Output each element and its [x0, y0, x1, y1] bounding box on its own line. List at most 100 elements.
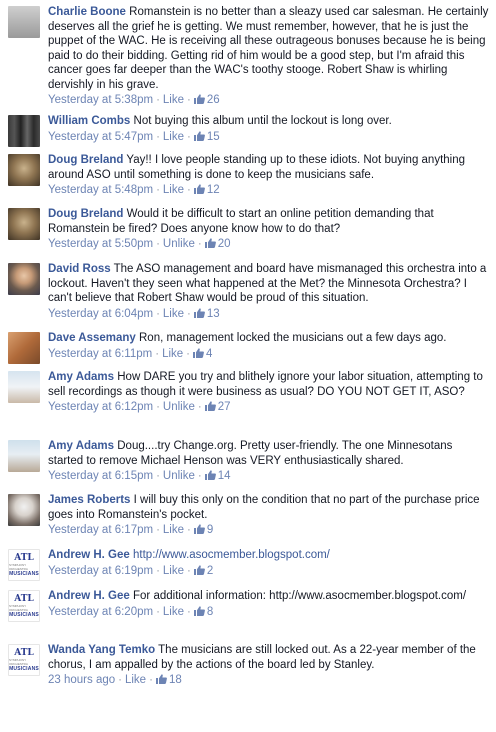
- comment-meta: Yesterday at 6:12pm · Unlike · 27: [48, 401, 231, 413]
- comment: Doug Breland Would it be difficult to st…: [0, 202, 496, 257]
- like-button[interactable]: Like: [163, 565, 184, 577]
- comment-meta: Yesterday at 6:20pm · Like · 8: [48, 605, 214, 618]
- logo-text: SYMPHONY ORCHESTRA: [9, 562, 28, 571]
- like-count[interactable]: 2: [193, 565, 213, 577]
- like-count[interactable]: 8: [193, 606, 213, 618]
- comment: Charlie Boone Romanstein is no better th…: [0, 0, 496, 109]
- timestamp-link[interactable]: Yesterday at 6:19pm: [48, 565, 153, 577]
- logo-text: ATL: [14, 552, 34, 563]
- comment: David Ross The ASO management and board …: [0, 257, 496, 326]
- thumbs-up-icon: [193, 307, 205, 318]
- comment-meta: Yesterday at 5:38pm · Like · 26: [48, 94, 220, 106]
- timestamp-link[interactable]: Yesterday at 5:38pm: [48, 94, 153, 106]
- avatar[interactable]: [8, 371, 40, 403]
- comment-author[interactable]: Wanda Yang Temko: [48, 644, 155, 656]
- like-button[interactable]: Like: [163, 606, 184, 618]
- like-button[interactable]: Like: [163, 184, 184, 196]
- unlike-button[interactable]: Unlike: [163, 470, 195, 482]
- thumbs-up-icon: [204, 401, 216, 411]
- comment-author[interactable]: David Ross: [48, 263, 111, 275]
- comment-text: How DARE you try and blithely ignore you…: [48, 371, 483, 398]
- unlike-button[interactable]: Unlike: [163, 401, 195, 413]
- avatar[interactable]: [8, 440, 40, 472]
- comment-meta: Yesterday at 6:15pm · Unlike · 14: [48, 470, 231, 482]
- timestamp-link[interactable]: Yesterday at 6:11pm: [48, 348, 152, 360]
- like-button[interactable]: Like: [162, 348, 183, 360]
- timestamp-link[interactable]: Yesterday at 6:17pm: [48, 524, 153, 536]
- comment-meta: Yesterday at 6:17pm · Like · 9: [48, 524, 214, 536]
- comment-author[interactable]: Doug Breland: [48, 208, 123, 220]
- comment-text: Ron, management locked the musicians out…: [139, 332, 447, 344]
- comment: James Roberts I will buy this only on th…: [0, 488, 496, 543]
- avatar[interactable]: [8, 332, 40, 364]
- thumbs-up-icon: [193, 94, 205, 104]
- comment-author[interactable]: Dave Assemany: [48, 332, 136, 344]
- comment-meta: 23 hours ago · Like · 18: [48, 674, 182, 686]
- thumbs-up-icon: [193, 524, 205, 534]
- timestamp-link[interactable]: Yesterday at 6:15pm: [48, 470, 153, 482]
- avatar[interactable]: [8, 263, 40, 295]
- comment: Amy Adams How DARE you try and blithely …: [0, 365, 496, 434]
- like-button[interactable]: Like: [125, 674, 146, 686]
- comment-text: Romanstein is no better than a sleazy us…: [48, 6, 489, 91]
- avatar[interactable]: [8, 115, 40, 147]
- comment: Amy Adams Doug....try Change.org. Pretty…: [0, 434, 496, 488]
- avatar[interactable]: ATL SYMPHONY ORCHESTRA MUSICIANS: [8, 644, 40, 676]
- comment-author[interactable]: Andrew H. Gee: [48, 549, 130, 561]
- comment-meta: Yesterday at 5:50pm · Unlike · 20: [48, 238, 231, 250]
- comment-text: For additional information: http://www.a…: [133, 590, 467, 602]
- timestamp-link[interactable]: Yesterday at 6:12pm: [48, 401, 153, 413]
- logo-text: MUSICIANS: [9, 665, 39, 672]
- timestamp-link[interactable]: Yesterday at 6:20pm: [48, 606, 153, 618]
- avatar[interactable]: [8, 494, 40, 526]
- thumbs-up-icon: [155, 674, 167, 684]
- timestamp-link[interactable]: Yesterday at 5:47pm: [48, 131, 153, 143]
- comment-author[interactable]: Amy Adams: [48, 440, 114, 452]
- comment-author[interactable]: Andrew H. Gee: [48, 590, 130, 602]
- thumbs-up-icon: [193, 130, 205, 141]
- comment-text: Not buying this album until the lockout …: [133, 115, 392, 127]
- timestamp-link[interactable]: Yesterday at 5:50pm: [48, 238, 153, 250]
- like-count[interactable]: 26: [193, 94, 220, 106]
- like-count[interactable]: 15: [193, 130, 220, 143]
- comment-author[interactable]: Amy Adams: [48, 371, 114, 383]
- logo-text: MUSICIANS: [9, 570, 39, 577]
- comment-author[interactable]: Doug Breland: [48, 154, 123, 166]
- like-count[interactable]: 9: [193, 524, 213, 536]
- avatar[interactable]: [8, 154, 40, 186]
- like-count[interactable]: 12: [193, 184, 220, 196]
- comment: Doug Breland Yay!! I love people standin…: [0, 148, 496, 202]
- thumbs-up-icon: [193, 347, 204, 358]
- like-count[interactable]: 14: [204, 470, 231, 482]
- thumbs-up-icon: [204, 238, 216, 248]
- like-button[interactable]: Like: [163, 131, 184, 143]
- logo-text: SYMPHONY ORCHESTRA: [9, 603, 28, 612]
- comment: ATL SYMPHONY ORCHESTRA MUSICIANS Wanda Y…: [0, 638, 496, 694]
- avatar[interactable]: [8, 208, 40, 240]
- like-button[interactable]: Like: [163, 308, 184, 320]
- comment: ATL SYMPHONY ORCHESTRA MUSICIANS Andrew …: [0, 584, 496, 638]
- comment-link[interactable]: http://www.asocmember.blogspot.com/: [133, 549, 330, 561]
- comment-meta: Yesterday at 6:19pm · Like · 2: [48, 564, 214, 577]
- comment: ATL SYMPHONY ORCHESTRA MUSICIANS Andrew …: [0, 543, 496, 584]
- like-count[interactable]: 20: [204, 238, 231, 250]
- comment: Dave Assemany Ron, management locked the…: [0, 326, 496, 365]
- thumbs-up-icon: [193, 184, 205, 194]
- timestamp-link[interactable]: 23 hours ago: [48, 674, 115, 686]
- like-button[interactable]: Like: [163, 94, 184, 106]
- like-count[interactable]: 27: [204, 401, 231, 413]
- avatar[interactable]: [8, 6, 40, 38]
- avatar[interactable]: ATL SYMPHONY ORCHESTRA MUSICIANS: [8, 590, 40, 622]
- comment-author[interactable]: William Combs: [48, 115, 130, 127]
- avatar[interactable]: ATL SYMPHONY ORCHESTRA MUSICIANS: [8, 549, 40, 581]
- unlike-button[interactable]: Unlike: [163, 238, 195, 250]
- comment-author[interactable]: Charlie Boone: [48, 6, 126, 18]
- timestamp-link[interactable]: Yesterday at 6:04pm: [48, 308, 153, 320]
- like-button[interactable]: Like: [163, 524, 184, 536]
- comment-feed: Charlie Boone Romanstein is no better th…: [0, 0, 496, 694]
- like-count[interactable]: 13: [193, 307, 220, 320]
- like-count[interactable]: 18: [155, 674, 182, 686]
- timestamp-link[interactable]: Yesterday at 5:48pm: [48, 184, 153, 196]
- comment-author[interactable]: James Roberts: [48, 494, 130, 506]
- like-count[interactable]: 4: [193, 348, 212, 360]
